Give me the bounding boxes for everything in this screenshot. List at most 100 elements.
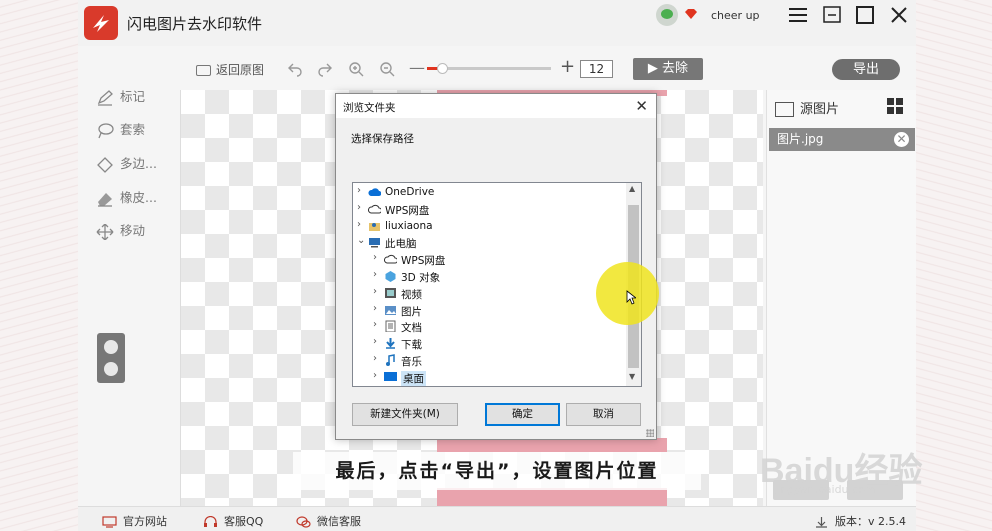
zoom-slider-thumb[interactable] xyxy=(436,63,448,74)
pen-icon xyxy=(97,89,113,106)
dialog-close-icon[interactable]: ✕ xyxy=(635,97,648,115)
close-icon[interactable] xyxy=(887,4,911,26)
zoom-out-icon[interactable] xyxy=(379,61,395,77)
redo-icon[interactable] xyxy=(317,61,333,77)
undo-icon[interactable] xyxy=(287,61,303,77)
lasso-icon xyxy=(98,122,114,138)
cloud-icon xyxy=(368,188,381,196)
wechat-support-link[interactable]: 微信客服 xyxy=(296,513,361,529)
user-folder-icon xyxy=(369,222,380,231)
grid-view-icon[interactable] xyxy=(887,98,903,114)
tree-item[interactable]: › WPS网盘 xyxy=(353,201,623,218)
desktop-icon xyxy=(384,371,397,381)
tree-item[interactable]: › 3D 对象 xyxy=(353,268,623,285)
chevron-down-icon[interactable]: ⌄ xyxy=(357,235,367,249)
wechat-icon[interactable] xyxy=(656,4,678,26)
brush-size-toggle[interactable] xyxy=(97,333,125,383)
chevron-right-icon[interactable]: › xyxy=(357,202,367,216)
zoom-slider[interactable] xyxy=(427,63,551,74)
tree-item[interactable]: › liuxiaona xyxy=(353,218,623,235)
film-icon xyxy=(385,287,396,298)
tree-item[interactable]: › OneDrive xyxy=(353,184,623,201)
tree-item[interactable]: › WPS网盘 xyxy=(353,251,623,268)
vip-badge-icon[interactable] xyxy=(684,8,698,20)
tree-item-label: 图片 xyxy=(401,305,422,318)
tool-mark[interactable]: 标记 xyxy=(96,86,145,106)
chevron-right-icon[interactable]: › xyxy=(373,353,383,367)
tree-item-label: 桌面 xyxy=(401,370,426,386)
maximize-icon[interactable] xyxy=(853,4,877,26)
zoom-minus-button[interactable]: — xyxy=(409,58,425,84)
zoom-in-icon[interactable] xyxy=(348,61,364,77)
restore-icon xyxy=(196,65,211,76)
scroll-up-icon[interactable]: ▲ xyxy=(629,184,635,193)
tree-item[interactable]: › 视频 xyxy=(353,285,623,302)
tool-lasso[interactable]: 套索 xyxy=(96,119,145,139)
chevron-right-icon[interactable]: › xyxy=(357,219,367,233)
tree-item[interactable]: ⌄ 此电脑 xyxy=(353,234,623,251)
polygon-icon xyxy=(97,156,113,173)
wechat-label: 微信客服 xyxy=(317,515,361,528)
cube-icon xyxy=(385,271,396,282)
tree-item-label: liuxiaona xyxy=(385,219,433,232)
tree-item[interactable]: › 文档 xyxy=(353,318,623,335)
remove-file-icon[interactable]: ✕ xyxy=(894,132,909,147)
export-button[interactable]: 导出 xyxy=(832,59,900,80)
chevron-right-icon[interactable]: › xyxy=(373,370,383,384)
file-name: 图片.jpg xyxy=(777,132,824,146)
website-label: 官方网站 xyxy=(123,515,167,528)
ok-button[interactable]: 确定 xyxy=(485,403,560,426)
resize-grip[interactable] xyxy=(646,429,654,437)
tool-label: 多边... xyxy=(120,156,157,171)
minimize-icon[interactable] xyxy=(821,4,845,26)
tool-move[interactable]: 移动 xyxy=(96,220,145,240)
tool-polygon[interactable]: 多边... xyxy=(96,153,157,173)
computer-icon xyxy=(369,238,380,248)
tree-item-label: 文档 xyxy=(401,322,422,335)
remove-watermark-button[interactable]: ▶ 去除 xyxy=(633,58,703,80)
cancel-button[interactable]: 取消 xyxy=(566,403,641,426)
qq-support-link[interactable]: 客服QQ xyxy=(203,513,263,529)
new-folder-button[interactable]: 新建文件夹(M) xyxy=(352,403,458,426)
eraser-icon xyxy=(98,192,112,207)
tree-item[interactable]: › 图片 xyxy=(353,302,623,319)
status-bar: 官方网站 客服QQ 微信客服 版本：v 2.5.4 xyxy=(78,506,916,531)
chevron-right-icon[interactable]: › xyxy=(373,319,383,333)
dialog-title-bar: 浏览文件夹 ✕ xyxy=(336,94,656,118)
tree-item[interactable]: › 下载 xyxy=(353,335,623,352)
username[interactable]: cheer up xyxy=(711,9,760,22)
toggle-dot-top[interactable] xyxy=(104,340,118,354)
tree-item[interactable]: › 音乐 xyxy=(353,352,623,369)
chevron-right-icon[interactable]: › xyxy=(373,303,383,317)
scroll-down-icon[interactable]: ▼ xyxy=(629,372,635,381)
mouse-cursor-icon xyxy=(626,290,636,305)
source-images-title: 源图片 xyxy=(800,102,840,117)
chevron-right-icon[interactable]: › xyxy=(373,286,383,300)
watermark-url: jingyan.baidu.com xyxy=(774,483,876,496)
zoom-value-field[interactable]: 12 xyxy=(580,60,613,78)
menu-icon[interactable] xyxy=(786,4,810,26)
tree-item[interactable]: › 桌面 xyxy=(353,369,623,386)
tutorial-caption: 最后，点击“导出”，设置图片位置 xyxy=(293,452,701,490)
tool-label: 橡皮... xyxy=(120,190,157,205)
image-preview-band xyxy=(437,438,667,452)
chevron-right-icon[interactable]: › xyxy=(373,269,383,283)
monitor-icon xyxy=(102,516,117,528)
zoom-plus-button[interactable]: + xyxy=(560,56,575,82)
document-icon xyxy=(385,320,396,333)
toggle-dot-bottom[interactable] xyxy=(104,362,118,376)
tree-item-label: 此电脑 xyxy=(385,238,417,251)
official-website-link[interactable]: 官方网站 xyxy=(102,513,167,529)
chevron-right-icon[interactable]: › xyxy=(373,336,383,350)
app-logo-icon xyxy=(84,6,118,40)
restore-original-button[interactable]: 返回原图 xyxy=(196,61,264,87)
cloud-outline-icon xyxy=(368,204,381,214)
picture-icon xyxy=(775,102,794,117)
chevron-right-icon[interactable]: › xyxy=(357,185,367,199)
download-icon xyxy=(386,338,395,349)
headset-icon xyxy=(204,516,217,527)
tool-eraser[interactable]: 橡皮... xyxy=(96,187,157,207)
chevron-right-icon[interactable]: › xyxy=(373,252,383,266)
file-list-item[interactable]: 图片.jpg ✕ xyxy=(769,128,915,151)
browse-folder-dialog: 浏览文件夹 ✕ 选择保存路径 › OneDrive › WPS网盘 › liuxiaona… xyxy=(335,93,657,440)
